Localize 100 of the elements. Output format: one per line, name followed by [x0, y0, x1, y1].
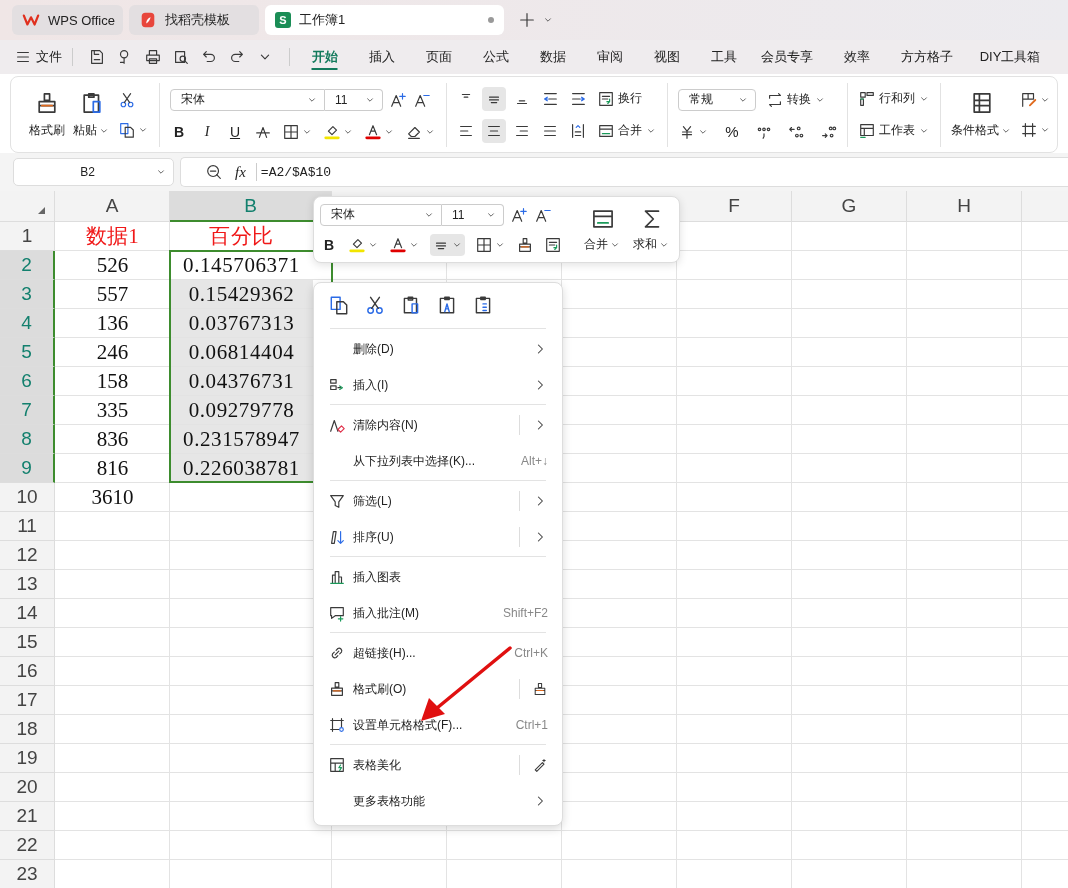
- menu-item[interactable]: 格式刷(O): [314, 671, 562, 707]
- merge-button[interactable]: 合并: [584, 206, 621, 253]
- row-header[interactable]: 8: [0, 425, 55, 454]
- row-header[interactable]: 2: [0, 251, 55, 280]
- conditional-format-button[interactable]: 条件格式: [951, 90, 1012, 139]
- ribbon-tab[interactable]: 公式: [467, 42, 524, 72]
- document-tab[interactable]: S 工作簿1: [265, 5, 504, 35]
- menu-item[interactable]: 从下拉列表中选择(K)... Alt+↓: [314, 443, 562, 479]
- menu-item[interactable]: 排序(U): [314, 519, 562, 555]
- sum-button[interactable]: 求和: [633, 206, 670, 253]
- worksheet-button[interactable]: 工作表: [858, 121, 930, 140]
- file-menu[interactable]: 文件: [14, 48, 62, 66]
- row-header[interactable]: 10: [0, 483, 55, 512]
- merge-button[interactable]: 合并: [597, 121, 657, 140]
- distribute-icon[interactable]: [569, 121, 587, 140]
- menu-item[interactable]: 设置单元格格式(F)... Ctrl+1: [314, 707, 562, 743]
- border-icon[interactable]: [282, 122, 300, 141]
- wrap-text-icon[interactable]: [544, 235, 562, 254]
- function-label[interactable]: fx: [235, 163, 246, 181]
- column-header[interactable]: B: [170, 191, 332, 222]
- font-size-select[interactable]: 11: [442, 203, 504, 226]
- copy-icon[interactable]: [328, 294, 350, 316]
- scissors-icon[interactable]: [364, 294, 386, 316]
- document-tab[interactable]: WPS Office: [12, 5, 123, 35]
- number-format-select[interactable]: 常规: [678, 88, 756, 111]
- menu-item[interactable]: 表格美化: [314, 747, 562, 783]
- document-tab[interactable]: 找稻壳模板: [129, 5, 259, 35]
- ribbon-tab[interactable]: 开始: [296, 42, 353, 72]
- percent-button[interactable]: %: [723, 123, 741, 140]
- row-header[interactable]: 17: [0, 686, 55, 715]
- font-size-select[interactable]: 11: [325, 88, 383, 111]
- italic-button[interactable]: I: [198, 123, 216, 140]
- menu-item[interactable]: 更多表格功能: [314, 783, 562, 819]
- border-grid-icon[interactable]: [1020, 120, 1038, 139]
- ribbon-tab[interactable]: 页面: [410, 42, 467, 72]
- row-header[interactable]: 22: [0, 831, 55, 860]
- underline-button[interactable]: U: [226, 123, 244, 140]
- print-preview-icon[interactable]: [172, 48, 190, 66]
- formula-field[interactable]: fx =A2/$A$10: [180, 157, 1068, 187]
- row-header[interactable]: 9: [0, 454, 55, 483]
- font-select[interactable]: 宋体: [170, 88, 325, 111]
- brush-icon[interactable]: [532, 681, 548, 697]
- bold-button[interactable]: B: [320, 236, 338, 253]
- brush-icon[interactable]: [516, 235, 534, 254]
- menu-item[interactable]: 删除(D): [314, 331, 562, 367]
- row-header[interactable]: 11: [0, 512, 55, 541]
- new-tab-icon[interactable]: [518, 11, 536, 29]
- row-header[interactable]: 15: [0, 628, 55, 657]
- row-header[interactable]: 19: [0, 744, 55, 773]
- print-icon[interactable]: [144, 48, 162, 66]
- ribbon-tab[interactable]: 审阅: [581, 42, 638, 72]
- menu-item[interactable]: 插入批注(M) Shift+F2: [314, 595, 562, 631]
- font-select[interactable]: 宋体: [320, 203, 442, 226]
- copy-icon[interactable]: [118, 120, 136, 139]
- ribbon-tab[interactable]: 会员专享: [752, 42, 822, 72]
- wand-icon[interactable]: [532, 757, 548, 773]
- rows-columns-button[interactable]: 行和列: [858, 89, 930, 108]
- row-header[interactable]: 5: [0, 338, 55, 367]
- row-header[interactable]: 14: [0, 599, 55, 628]
- menu-item[interactable]: 插入(I): [314, 367, 562, 403]
- align-middle-icon[interactable]: [482, 86, 506, 111]
- ribbon-tab[interactable]: DIY工具箱: [962, 42, 1058, 72]
- font-grow-icon[interactable]: [389, 90, 407, 109]
- font-color-icon[interactable]: [389, 235, 407, 254]
- row-header[interactable]: 13: [0, 570, 55, 599]
- row-header[interactable]: 7: [0, 396, 55, 425]
- row-header[interactable]: 21: [0, 802, 55, 831]
- menu-item[interactable]: 插入图表: [314, 559, 562, 595]
- menu-item[interactable]: 清除内容(N): [314, 407, 562, 443]
- name-box[interactable]: B2: [13, 158, 174, 186]
- border-icon[interactable]: [475, 235, 493, 254]
- format-painter-button[interactable]: 格式刷: [29, 90, 65, 139]
- row-header[interactable]: 3: [0, 280, 55, 309]
- cell-style-icon[interactable]: [1020, 90, 1038, 109]
- save-icon[interactable]: [88, 48, 106, 66]
- wrap-text-button[interactable]: 换行: [597, 89, 642, 108]
- menu-item[interactable]: 超链接(H)... Ctrl+K: [314, 635, 562, 671]
- row-header[interactable]: 18: [0, 715, 55, 744]
- align-center-icon[interactable]: [482, 118, 506, 143]
- row-header[interactable]: 23: [0, 860, 55, 888]
- ribbon-tab[interactable]: 视图: [638, 42, 695, 72]
- scissors-icon[interactable]: [118, 90, 136, 109]
- font-grow-icon[interactable]: [510, 205, 528, 224]
- ribbon-tab[interactable]: 效率: [822, 42, 892, 72]
- zoom-icon[interactable]: [205, 163, 223, 181]
- ribbon-tab[interactable]: 工具: [695, 42, 752, 72]
- ribbon-tab[interactable]: 插入: [353, 42, 410, 72]
- convert-button[interactable]: 转换: [766, 90, 826, 109]
- font-color-icon[interactable]: [364, 122, 382, 141]
- ribbon-tab[interactable]: 数据: [524, 42, 581, 72]
- bold-button[interactable]: B: [170, 123, 188, 140]
- row-header[interactable]: 16: [0, 657, 55, 686]
- row-header[interactable]: 1: [0, 222, 55, 251]
- menu-item[interactable]: 筛选(L): [314, 483, 562, 519]
- row-header[interactable]: 12: [0, 541, 55, 570]
- row-header[interactable]: 20: [0, 773, 55, 802]
- paste-button[interactable]: 粘贴: [73, 90, 110, 139]
- row-header[interactable]: 6: [0, 367, 55, 396]
- row-header[interactable]: 4: [0, 309, 55, 338]
- ribbon-tab[interactable]: 方方格子: [892, 42, 962, 72]
